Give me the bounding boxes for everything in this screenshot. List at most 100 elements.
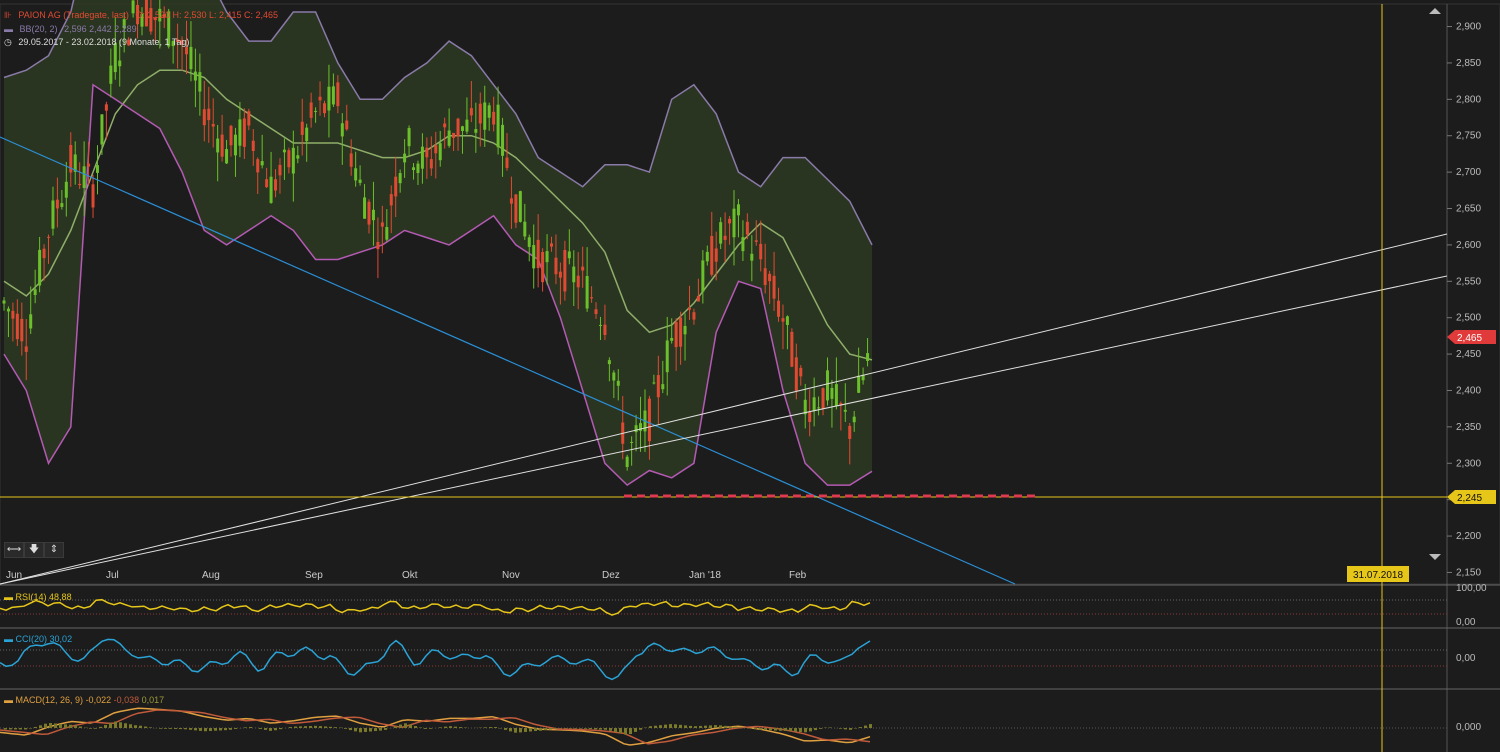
candle-body	[687, 308, 691, 310]
macd-histogram-bar	[859, 727, 862, 728]
candle-body	[282, 149, 286, 153]
macd-histogram-bar	[269, 728, 272, 731]
macd-histogram-bar	[619, 728, 622, 734]
candle-body	[100, 114, 104, 145]
scroll-up-icon[interactable]	[1429, 8, 1441, 14]
macd-histogram-bar	[259, 728, 262, 729]
candle-body	[514, 194, 518, 223]
candle-body	[265, 179, 269, 188]
candle-body	[616, 380, 620, 386]
candle-body	[229, 125, 233, 146]
candle-body	[612, 372, 616, 381]
macd-histogram-bar	[704, 725, 707, 728]
candle-body	[581, 266, 585, 271]
candle-body	[790, 331, 794, 367]
candle-body	[656, 375, 660, 398]
rsi-label-row: ▬ RSI(14) 48,88	[4, 592, 72, 602]
cci-swatch-icon: ▬	[4, 634, 13, 644]
candle-body	[322, 103, 326, 114]
candle-body	[87, 163, 91, 167]
scroll-bottom-icon[interactable]	[1429, 554, 1441, 560]
macd-histogram-bar	[249, 726, 252, 728]
price-tick-label: 2,650	[1456, 204, 1481, 215]
chart-canvas[interactable]: 2,900 2,850 2,800 2,750 2,700 2,650 2,600 2,550…	[0, 0, 1500, 752]
candle-body	[416, 163, 420, 174]
macd-histogram-bar	[574, 728, 577, 729]
rsi-label: RSI(14)	[15, 592, 47, 602]
candle-body	[866, 353, 870, 361]
candle-body	[29, 314, 33, 329]
candle-body	[768, 273, 772, 282]
bb-values: 2,596 2,442 2,289	[64, 24, 137, 34]
macd-histogram-bar	[219, 728, 222, 731]
macd-histogram-bar	[494, 727, 497, 728]
instrument-line: ⊪ PAION AG (Tradegate, last) O: 2,520 H:…	[4, 10, 282, 21]
candle-body	[710, 235, 714, 275]
macd-histogram-bar	[159, 728, 162, 729]
macd-histogram-bar	[294, 726, 297, 728]
macd-histogram-bar	[814, 728, 817, 731]
candle-body	[420, 146, 424, 169]
macd-histogram-bar	[364, 728, 367, 732]
macd-histogram-bar	[594, 728, 597, 730]
candle-body	[594, 309, 598, 315]
price-tick-label: 2,900	[1456, 22, 1481, 33]
macd-histogram-bar	[54, 723, 57, 728]
macd-histogram-bar	[809, 728, 812, 732]
candle-body	[603, 324, 607, 335]
macd-histogram-bar	[304, 726, 307, 728]
time-tick-label: Jan '18	[689, 570, 721, 581]
candle-body	[590, 297, 594, 299]
macd-histogram-bar	[379, 728, 382, 731]
candle-body	[496, 104, 500, 148]
candle-body	[852, 416, 856, 423]
macd-histogram-bar	[319, 726, 322, 728]
rsi-tick-100: 100,00	[1456, 583, 1487, 594]
rsi-tick-0: 0,00	[1456, 617, 1476, 628]
pan-horizontal-icon[interactable]: ⟷	[4, 542, 24, 558]
macd-histogram-bar	[4, 728, 7, 730]
candle-body	[705, 251, 709, 262]
candle-body	[91, 184, 95, 208]
macd-histogram-bar	[234, 728, 237, 729]
macd-histogram-bar	[414, 726, 417, 728]
macd-histogram-bar	[624, 728, 627, 735]
candle-body	[207, 108, 211, 121]
scroll-down-icon[interactable]: 🡇	[24, 542, 44, 558]
macd-histogram-bar	[769, 728, 772, 731]
macd-histogram-bar	[279, 728, 282, 730]
candle-body	[287, 150, 291, 168]
candle-body	[452, 132, 456, 138]
macd-histogram-bar	[789, 728, 792, 732]
candle-body	[251, 140, 255, 151]
macd-label: MACD(12, 26, 9)	[15, 695, 84, 705]
candle-body	[474, 129, 478, 133]
candle-body	[354, 168, 358, 181]
candle-body	[327, 86, 331, 111]
candle-body	[652, 382, 656, 384]
candle-body	[211, 123, 215, 127]
macd-histogram-bar	[679, 724, 682, 728]
macd-histogram-bar	[759, 728, 762, 730]
rsi-line	[0, 598, 871, 616]
macd-histogram-bar	[664, 724, 667, 728]
candle-body	[309, 102, 313, 118]
period-line: ◷ 29.05.2017 - 23.02.2018 (9 Monate, 1 T…	[4, 37, 193, 48]
candle-body	[55, 199, 59, 209]
macd-histogram-bar	[324, 726, 327, 728]
candle-body	[550, 243, 554, 247]
macd-histogram-bar	[374, 728, 377, 732]
candle-body	[6, 308, 10, 312]
macd-histogram-bar	[164, 728, 167, 729]
macd-histogram-bar	[429, 728, 432, 729]
candle-body	[425, 147, 429, 158]
macd-histogram-bar	[804, 728, 807, 733]
candle-body	[630, 441, 634, 443]
candle-body	[193, 71, 197, 81]
candle-body	[291, 147, 295, 174]
fit-vertical-icon[interactable]: ⇕	[44, 542, 64, 558]
candle-body	[554, 257, 558, 275]
macd-histogram-bar	[534, 728, 537, 732]
price-tick-label: 2,800	[1456, 94, 1481, 105]
macd-histogram-bar	[709, 725, 712, 728]
